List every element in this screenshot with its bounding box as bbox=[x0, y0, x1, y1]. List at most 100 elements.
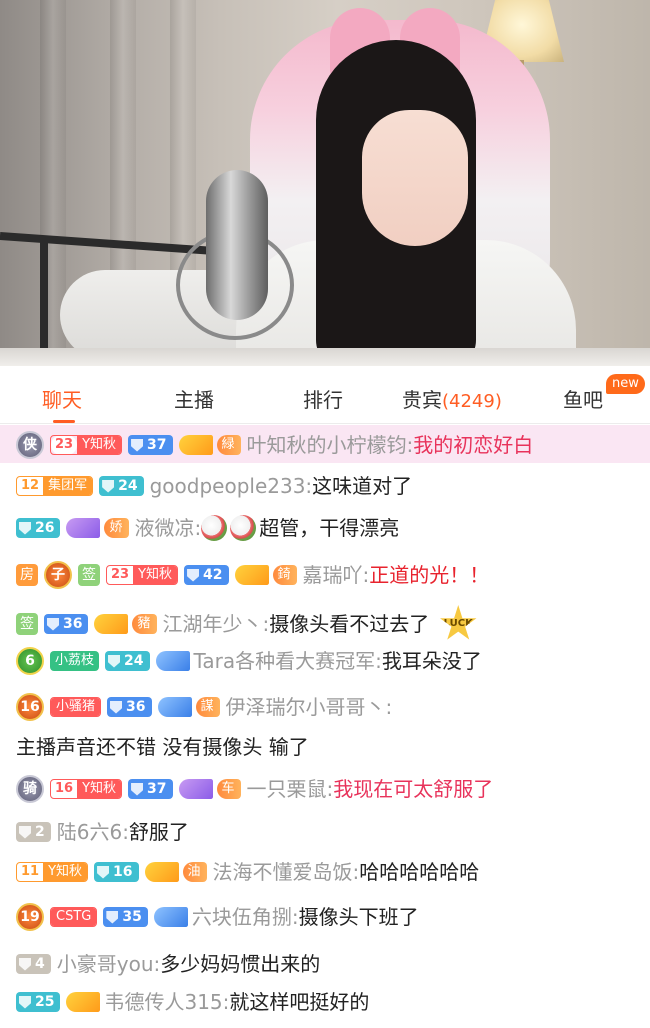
username[interactable]: 一只栗鼠: bbox=[247, 776, 334, 802]
message-text: 舒服了 bbox=[128, 820, 189, 844]
sign-tag: 签 bbox=[78, 564, 100, 586]
chat-message[interactable]: 侠 23 Y知秋 37 緑 叶知秋的小柠檬钧: 我的初恋好白 bbox=[16, 431, 640, 459]
user-level-badge: 37 bbox=[128, 435, 173, 455]
user-level-badge: 36 bbox=[107, 697, 152, 717]
username[interactable]: 六块伍角捌: bbox=[192, 904, 299, 930]
user-level-badge: 37 bbox=[128, 779, 173, 799]
user-level-badge: 24 bbox=[105, 651, 150, 671]
chat-message[interactable]: 2 陆6六6: 舒服了 bbox=[16, 819, 640, 845]
chat-message[interactable]: 房 子 签 23 Y知秋 42 錡 嘉瑞吖: 正道的光！！ bbox=[16, 561, 640, 589]
microphone bbox=[206, 170, 268, 320]
emoji-icon bbox=[230, 515, 257, 541]
noble-badge: 侠 bbox=[16, 431, 44, 459]
tab-active-indicator bbox=[53, 420, 75, 423]
username[interactable]: 小豪哥you: bbox=[57, 951, 161, 977]
noble-badge: 19 bbox=[16, 903, 44, 931]
wing-icon bbox=[144, 862, 179, 882]
chat-message[interactable]: 11 Y知秋 16 油 法海不懂爱岛饭: 哈哈哈哈哈哈 bbox=[16, 859, 640, 885]
tab-chat[interactable]: 聊天 bbox=[42, 384, 82, 413]
chat-message[interactable]: 签 36 豬 江湖年少丶: 摄像头看不过去了 LUCK bbox=[16, 605, 640, 643]
fan-badge: 12 集团军 bbox=[16, 476, 94, 496]
wing-icon bbox=[94, 614, 129, 634]
medal-badge: 车 bbox=[216, 779, 241, 799]
noble-badge: 子 bbox=[44, 561, 72, 589]
chat-message[interactable]: 16 小骚猪 36 謀 伊泽瑞尔小哥哥丶: 主播声音还不错 没有摄像头 输了 bbox=[16, 687, 640, 767]
message-text: 哈哈哈哈哈哈 bbox=[359, 860, 480, 884]
desk-edge bbox=[0, 348, 650, 366]
medal-badge: 謀 bbox=[195, 697, 220, 717]
medal-badge: 豬 bbox=[132, 614, 157, 634]
wing-icon bbox=[153, 907, 188, 927]
fan-badge: 小骚猪 bbox=[50, 697, 102, 717]
chat-message[interactable]: 26 娇 液微凉: 超管，干得漂亮 bbox=[16, 515, 640, 541]
medal-badge: 錡 bbox=[272, 565, 297, 585]
message-text: 摄像头看不过去了 bbox=[269, 612, 430, 636]
sign-tag: 签 bbox=[16, 613, 38, 635]
tab-vip-label: 贵宾 bbox=[402, 388, 442, 412]
wing-icon bbox=[66, 518, 101, 538]
username[interactable]: 韦德传人315: bbox=[104, 989, 229, 1015]
message-text: 多少妈妈惯出来的 bbox=[160, 952, 321, 976]
chat-message[interactable]: 25 韦德传人315: 就这样吧挺好的 bbox=[16, 989, 640, 1015]
user-level-badge: 25 bbox=[16, 992, 61, 1012]
tab-ranking[interactable]: 排行 bbox=[303, 384, 343, 413]
user-level-badge: 24 bbox=[99, 476, 144, 496]
live-video-player[interactable] bbox=[0, 0, 650, 366]
message-text: 主播声音还不错 没有摄像头 输了 bbox=[16, 735, 309, 759]
user-level-badge: 4 bbox=[16, 954, 51, 974]
chat-message[interactable]: 4 小豪哥you: 多少妈妈惯出来的 bbox=[16, 951, 640, 977]
luck-star-icon: LUCK bbox=[440, 605, 477, 640]
wing-icon bbox=[178, 779, 213, 799]
message-text: 超管，干得漂亮 bbox=[259, 516, 400, 540]
wing-icon bbox=[157, 697, 192, 717]
user-level-badge: 42 bbox=[184, 565, 229, 585]
wing-icon bbox=[66, 992, 101, 1012]
fan-badge: 小荔枝 bbox=[50, 651, 100, 671]
user-level-badge: 26 bbox=[16, 518, 61, 538]
tab-streamer[interactable]: 主播 bbox=[174, 384, 214, 413]
fan-badge: 23 Y知秋 bbox=[50, 435, 123, 455]
message-text: 摄像头下班了 bbox=[298, 905, 419, 929]
wing-icon bbox=[234, 565, 269, 585]
chat-message[interactable]: 骑 16 Y知秋 37 车 一只栗鼠: 我现在可太舒服了 bbox=[16, 775, 640, 803]
username[interactable]: goodpeople233: bbox=[150, 473, 313, 499]
user-level-badge: 16 bbox=[94, 862, 139, 882]
medal-badge: 娇 bbox=[104, 518, 129, 538]
tab-vip[interactable]: 贵宾(4249) bbox=[402, 384, 502, 413]
medal-badge: 緑 bbox=[216, 435, 241, 455]
username[interactable]: 液微凉: bbox=[135, 515, 202, 541]
message-text: 我耳朵没了 bbox=[381, 649, 482, 673]
username[interactable]: Tara各种看大赛冠军: bbox=[194, 648, 382, 674]
noble-badge: 6 bbox=[16, 647, 44, 675]
wing-icon bbox=[155, 651, 190, 671]
tab-bar: 聊天 主播 排行 贵宾(4249) 鱼吧 new bbox=[0, 366, 650, 424]
username[interactable]: 叶知秋的小柠檬钧: bbox=[247, 432, 414, 458]
fan-badge: 16 Y知秋 bbox=[50, 779, 123, 799]
fan-badge: CSTG bbox=[50, 907, 98, 927]
chat-message[interactable]: 19 CSTG 35 六块伍角捌: 摄像头下班了 bbox=[16, 903, 640, 931]
message-text: 这味道对了 bbox=[312, 474, 413, 498]
chat-message[interactable]: 12 集团军 24 goodpeople233: 这味道对了 bbox=[16, 473, 640, 499]
fan-badge: 23 Y知秋 bbox=[106, 565, 179, 585]
user-level-badge: 35 bbox=[103, 907, 148, 927]
message-text: 就这样吧挺好的 bbox=[229, 990, 370, 1014]
username[interactable]: 嘉瑞吖: bbox=[303, 562, 370, 588]
username[interactable]: 陆6六6: bbox=[57, 819, 129, 845]
noble-badge: 骑 bbox=[16, 775, 44, 803]
room-tag: 房 bbox=[16, 564, 38, 586]
user-level-badge: 2 bbox=[16, 822, 51, 842]
user-level-badge: 36 bbox=[44, 614, 89, 634]
mic-stand bbox=[40, 240, 48, 350]
username[interactable]: 法海不懂爱岛饭: bbox=[213, 859, 360, 885]
new-badge: new bbox=[606, 374, 645, 394]
vip-count: (4249) bbox=[442, 391, 502, 412]
message-text: 正道的光！！ bbox=[369, 563, 490, 587]
wing-icon bbox=[178, 435, 213, 455]
chat-message[interactable]: 6 小荔枝 24 Tara各种看大赛冠军: 我耳朵没了 bbox=[16, 647, 640, 675]
username[interactable]: 伊泽瑞尔小哥哥丶: bbox=[226, 687, 393, 727]
chat-list[interactable]: 侠 23 Y知秋 37 緑 叶知秋的小柠檬钧: 我的初恋好白 12 集团军 24 g… bbox=[0, 425, 650, 1028]
username[interactable]: 江湖年少丶: bbox=[163, 611, 270, 637]
emoji-icon bbox=[201, 515, 228, 541]
message-text: 我的初恋好白 bbox=[413, 433, 534, 457]
tab-fish-bar[interactable]: 鱼吧 bbox=[563, 384, 603, 413]
